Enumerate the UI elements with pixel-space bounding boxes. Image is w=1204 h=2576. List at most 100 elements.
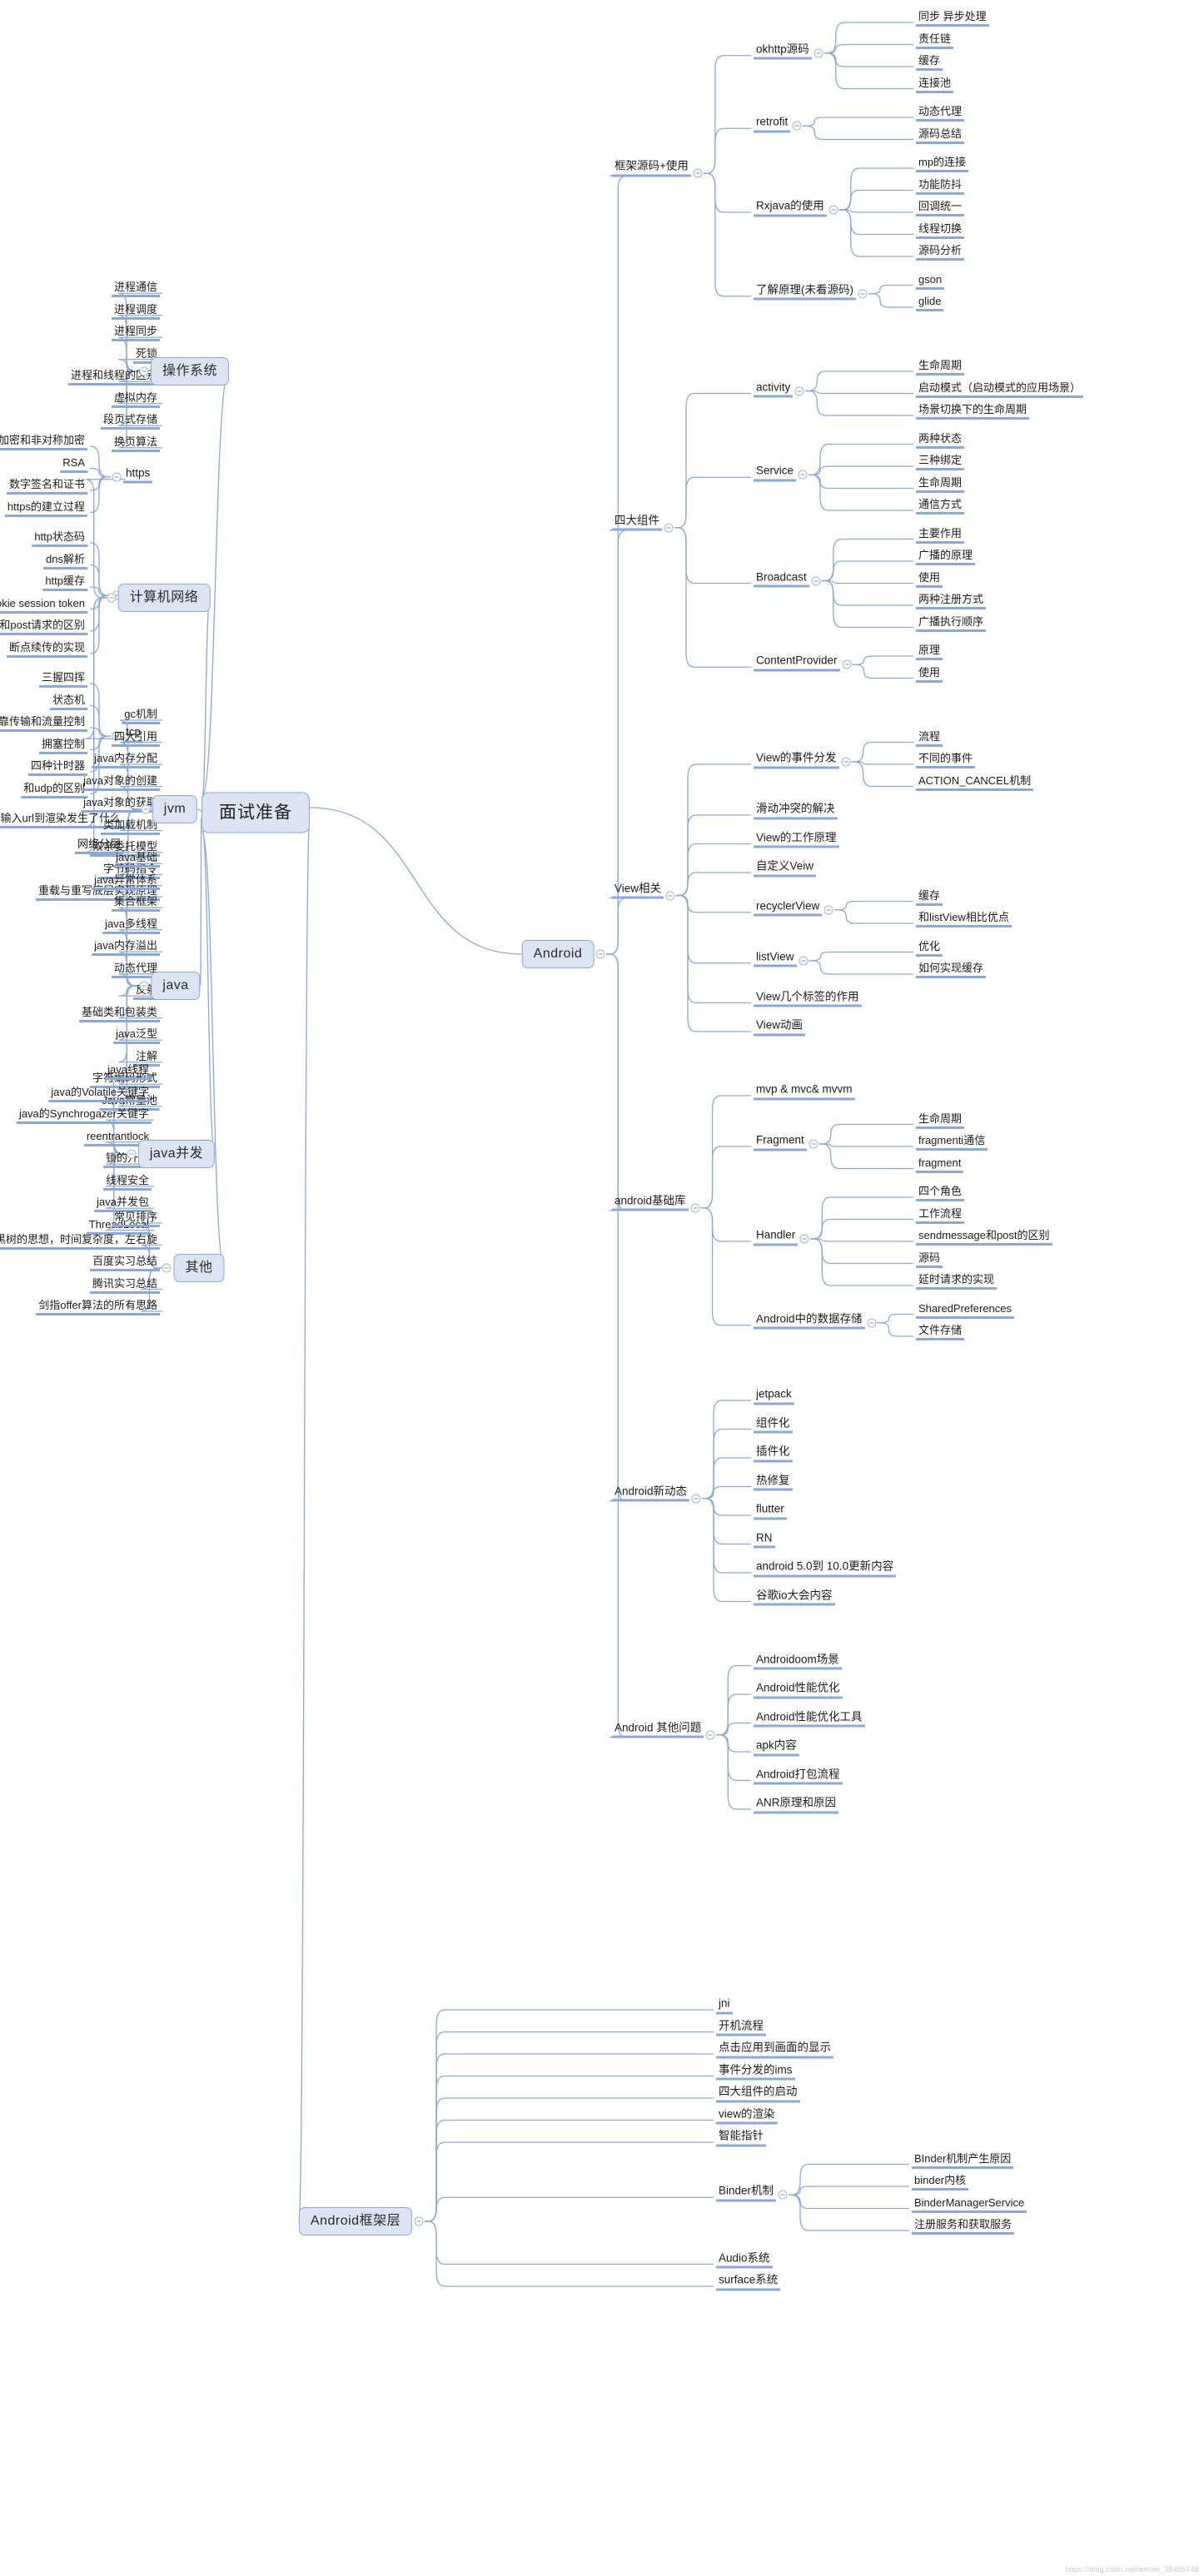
android-sub-4-2[interactable]: 插件化 — [754, 1445, 793, 1462]
android-sub-toggle-icon[interactable] — [828, 205, 838, 215]
network-leaf[interactable]: 断点续传的实现 — [6, 642, 87, 658]
android-leaf[interactable]: 动态代理 — [916, 106, 965, 122]
topic-os[interactable]: 操作系统 — [150, 357, 230, 385]
network-leaf[interactable]: 状态机 — [49, 694, 87, 710]
framework-item-2[interactable]: 点击应用到画面的显示 — [716, 2041, 833, 2058]
framework-item-1[interactable]: 开机流程 — [716, 2020, 766, 2036]
other-toggle-icon[interactable] — [162, 1263, 172, 1273]
android-leaf[interactable]: 使用 — [916, 572, 943, 588]
framework-item-4[interactable]: 四大组件的启动 — [716, 2086, 800, 2102]
android-sub-toggle-icon[interactable] — [823, 905, 833, 915]
network-branch-toggle-icon[interactable] — [112, 472, 122, 482]
network-leaf[interactable]: 三握四挥 — [38, 672, 87, 688]
android-leaf[interactable]: 使用 — [916, 667, 943, 683]
android-sub-2-0[interactable]: View的事件分发 — [754, 752, 839, 768]
android-sub-1-1[interactable]: Service — [754, 465, 797, 482]
android-sub-3-3[interactable]: Android中的数据存储 — [754, 1313, 865, 1330]
android-leaf[interactable]: gson — [916, 274, 945, 290]
network-leaf[interactable]: https的建立过程 — [4, 501, 87, 517]
framework-leaf[interactable]: BinderManagerService — [912, 2197, 1027, 2213]
android-group-1[interactable]: 四大组件 — [612, 515, 662, 531]
network-leaf[interactable]: cookie session token — [0, 598, 87, 614]
android-sub-5-0[interactable]: Androidoom场景 — [754, 1654, 842, 1670]
android-sub-toggle-icon[interactable] — [811, 576, 821, 585]
android-leaf[interactable]: fragmenti通信 — [916, 1135, 988, 1151]
android-group-toggle-icon[interactable] — [693, 168, 703, 178]
network-branch-0[interactable]: https — [123, 467, 153, 484]
android-leaf[interactable]: fragment — [916, 1157, 964, 1173]
android-sub-2-1[interactable]: 滑动冲突的解决 — [754, 803, 838, 819]
android-leaf[interactable]: 生命周期 — [916, 477, 965, 493]
network-leaf[interactable]: 可靠传输和流量控制 — [0, 716, 87, 732]
android-sub-0-3[interactable]: 了解原理(未看源码) — [754, 284, 856, 301]
network-leaf[interactable]: 拥塞控制 — [38, 738, 87, 754]
android-group-toggle-icon[interactable] — [665, 891, 675, 900]
android-group-toggle-icon[interactable] — [690, 1203, 700, 1213]
android-sub-toggle-icon[interactable] — [798, 470, 808, 480]
android-sub-2-4[interactable]: recyclerView — [754, 900, 823, 917]
framework-item-9[interactable]: surface系统 — [716, 2274, 781, 2290]
network-leaf[interactable]: http状态码 — [32, 531, 87, 547]
android-sub-4-3[interactable]: 热修复 — [754, 1474, 793, 1491]
jvm-leaf[interactable]: java对象的创建 — [81, 775, 160, 791]
android-leaf[interactable]: SharedPreferences — [916, 1303, 1015, 1319]
android-group-toggle-icon[interactable] — [705, 1730, 715, 1740]
android-leaf[interactable]: 源码分析 — [916, 245, 965, 261]
android-sub-5-5[interactable]: ANR原理和原因 — [754, 1797, 839, 1813]
android-leaf[interactable]: 线程切换 — [916, 223, 965, 239]
android-group-toggle-icon[interactable] — [664, 523, 674, 533]
android-sub-3-0[interactable]: mvp & mvc& mvvm — [754, 1083, 855, 1100]
topic-jvm[interactable]: jvm — [152, 795, 198, 823]
android-leaf[interactable]: 缓存 — [916, 55, 943, 71]
android-leaf[interactable]: mp的连接 — [916, 157, 969, 172]
java-leaf[interactable]: 基础类和包装类 — [78, 1007, 160, 1022]
android-group-4[interactable]: Android新动态 — [612, 1485, 690, 1502]
android-sub-5-3[interactable]: apk内容 — [754, 1739, 799, 1756]
jvm-toggle-icon[interactable] — [141, 804, 151, 814]
java-leaf[interactable]: java内存溢出 — [92, 940, 160, 957]
framework-topic-toggle-icon[interactable] — [414, 2216, 424, 2226]
java-concurrency-leaf[interactable]: java的Volatile关键字 — [48, 1087, 152, 1102]
network-leaf[interactable]: RSA — [60, 457, 87, 473]
jvm-leaf[interactable]: java内存分配 — [92, 753, 160, 768]
framework-item-5[interactable]: view的渲染 — [716, 2108, 778, 2125]
android-sub-4-5[interactable]: RN — [754, 1532, 775, 1549]
jvm-leaf[interactable]: 类加载机制 — [100, 819, 160, 835]
topic-java[interactable]: java — [151, 972, 201, 1000]
android-leaf[interactable]: 广播执行顺序 — [916, 616, 987, 632]
network-leaf[interactable]: 对称加密和非对称加密 — [0, 435, 87, 450]
android-leaf[interactable]: 场景切换下的生命周期 — [916, 404, 1030, 420]
os-leaf[interactable]: 段页式存储 — [100, 414, 160, 430]
network-toggle-icon[interactable] — [107, 593, 117, 603]
network-leaf[interactable]: 四种计时器 — [27, 760, 87, 776]
android-sub-toggle-icon[interactable] — [794, 386, 804, 395]
os-leaf[interactable]: 进程通信 — [111, 281, 160, 298]
android-sub-0-0[interactable]: okhttp源码 — [754, 43, 812, 60]
android-sub-5-4[interactable]: Android打包流程 — [754, 1768, 843, 1785]
android-sub-toggle-icon[interactable] — [813, 48, 823, 58]
android-sub-3-2[interactable]: Handler — [754, 1229, 799, 1246]
android-sub-5-2[interactable]: Android性能优化工具 — [754, 1711, 865, 1728]
java-leaf[interactable]: java多线程 — [102, 918, 160, 934]
android-leaf[interactable]: 启动模式（启动模式的应用场景） — [916, 382, 1084, 398]
android-leaf[interactable]: 功能防抖 — [916, 179, 965, 195]
os-leaf[interactable]: 进程同步 — [111, 326, 160, 342]
other-leaf[interactable]: 剑指offer算法的所有思路 — [36, 1300, 160, 1315]
android-leaf[interactable]: 通信方式 — [916, 499, 965, 515]
android-leaf[interactable]: 生命周期 — [916, 1113, 965, 1129]
android-leaf[interactable]: 缓存 — [916, 890, 943, 906]
android-sub-4-1[interactable]: 组件化 — [754, 1417, 793, 1434]
java-leaf[interactable]: java基础 — [113, 852, 160, 868]
java-leaf[interactable]: 集合框架 — [111, 896, 160, 913]
android-leaf[interactable]: 回调统一 — [916, 201, 965, 216]
network-leaf[interactable]: http缓存 — [42, 575, 87, 591]
android-leaf[interactable]: 原理 — [916, 644, 943, 660]
android-sub-toggle-icon[interactable] — [858, 289, 868, 299]
framework-leaf[interactable]: binder内核 — [912, 2175, 969, 2191]
framework-leaf[interactable]: 注册服务和获取服务 — [912, 2219, 1015, 2235]
root-node[interactable]: 面试准备 — [201, 792, 310, 833]
android-sub-toggle-icon[interactable] — [867, 1318, 877, 1328]
os-toggle-icon[interactable] — [139, 366, 149, 376]
android-sub-1-3[interactable]: ContentProvider — [754, 655, 840, 672]
framework-item-0[interactable]: jni — [716, 1997, 733, 2014]
